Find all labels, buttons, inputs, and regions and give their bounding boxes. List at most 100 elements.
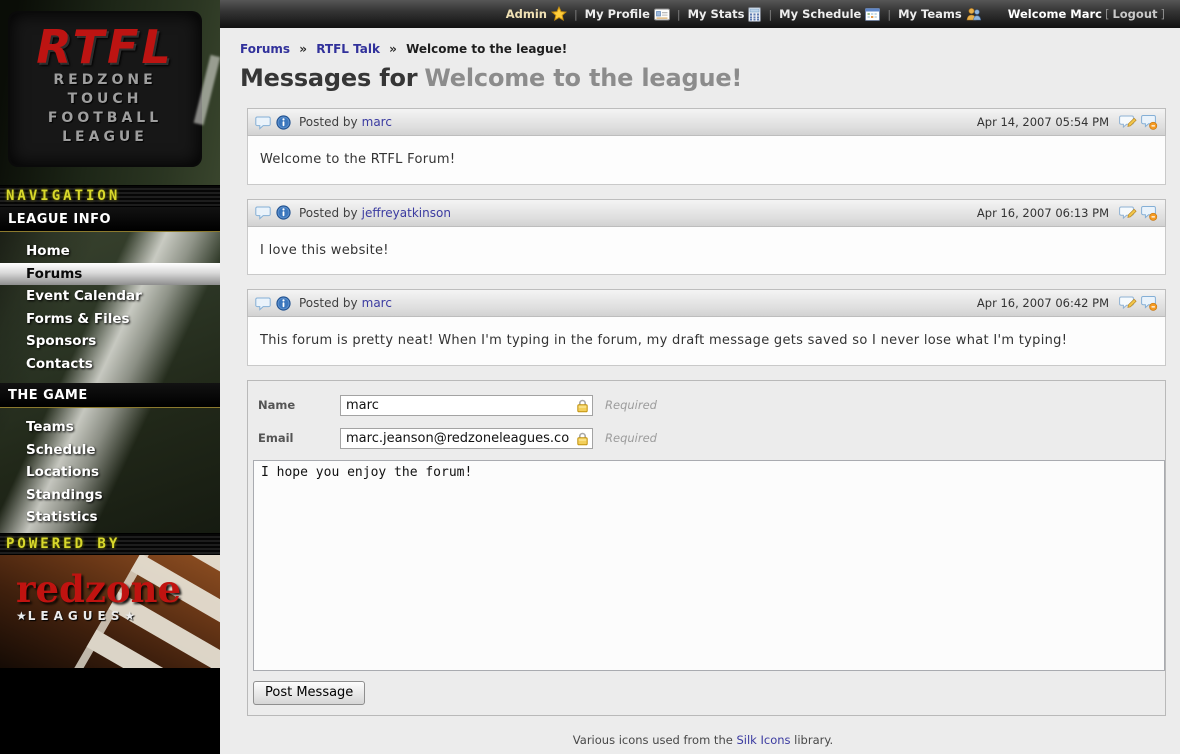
comment-edit-icon[interactable] [1119,205,1137,221]
league-logo-panel: RTFL REDZONE TOUCH FOOTBALL LEAGUE [0,0,220,185]
topbar-item-label: Admin [506,7,547,21]
sidebar-nav: LEAGUE INFO Home Forums Event Calendar F… [0,207,220,533]
footer-credits-icons: Various icons used from the Silk Icons l… [240,733,1166,747]
posted-by-label: Posted by [299,115,358,129]
message-date: Apr 14, 2007 05:54 PM [977,115,1109,129]
logo-line: FOOTBALL [10,109,200,128]
sidebar-item-standings[interactable]: Standings [0,484,220,507]
author-link[interactable]: jeffreyatkinson [362,206,451,220]
topbar-item-label: My Teams [898,7,962,21]
name-row: Name Required [258,394,1161,416]
comment-icon [255,205,271,220]
name-field[interactable] [340,395,593,416]
name-label: Name [258,398,340,412]
required-label: Required [605,431,657,445]
section-header-the-game: THE GAME [0,383,220,408]
topbar-item-admin[interactable]: Admin [506,6,567,22]
calculator-icon [748,7,761,22]
message-body: I love this website! [247,227,1166,276]
navigation-header-label: NAVIGATION [6,188,120,204]
sidebar-item-sponsors[interactable]: Sponsors [0,330,220,353]
logout-bracket: ] [1161,7,1166,21]
topbar-item-label: My Profile [585,7,650,21]
info-icon [276,115,291,130]
logout-link[interactable]: Logout [1112,7,1157,21]
breadcrumb-separator: » [389,42,397,56]
page-title: Messages forWelcome to the league! [240,64,1166,92]
sidebar-item-schedule[interactable]: Schedule [0,439,220,462]
comment-edit-icon[interactable] [1119,114,1137,130]
logo-line: TOUCH [10,90,200,109]
forum-message: Posted by marc Apr 14, 2007 05:54 PM Wel… [247,108,1166,185]
author-link[interactable]: marc [362,296,392,310]
breadcrumb-current: Welcome to the league! [406,42,567,56]
author-link[interactable]: marc [362,115,392,129]
topbar-item-my-teams[interactable]: My Teams [898,7,982,21]
message-date: Apr 16, 2007 06:13 PM [977,206,1109,220]
comment-edit-icon[interactable] [1119,295,1137,311]
breadcrumb: Forums » RTFL Talk » Welcome to the leag… [240,42,1166,56]
email-field[interactable] [340,428,593,449]
topbar-separator: | [887,8,891,21]
topbar-separator: | [574,8,578,21]
message-textarea[interactable]: I hope you enjoy the forum! [253,460,1165,671]
message-header: Posted by marc Apr 16, 2007 06:42 PM [247,289,1166,317]
sidebar-item-locations[interactable]: Locations [0,461,220,484]
topbar: Admin | My Profile | My Stats | My Sched… [220,0,1180,28]
sidebar: RTFL REDZONE TOUCH FOOTBALL LEAGUE NAVIG… [0,0,220,754]
silk-icons-link[interactable]: Silk Icons [736,733,790,747]
redzone-logo[interactable]: redzone ★LEAGUES★ [16,569,181,623]
info-icon [276,205,291,220]
message-body: This forum is pretty neat! When I'm typi… [247,317,1166,366]
vcard-icon [654,8,670,21]
topbar-item-label: My Stats [688,7,745,21]
comment-delete-icon[interactable] [1140,205,1158,221]
breadcrumb-link-forums[interactable]: Forums [240,42,290,56]
redzone-logo-name: redzone [16,569,181,609]
message-body: Welcome to the RTFL Forum! [247,136,1166,185]
message-date: Apr 16, 2007 06:42 PM [977,296,1109,310]
forum-message: Posted by marc Apr 16, 2007 06:42 PM Thi… [247,289,1166,366]
sidebar-item-home[interactable]: Home [0,240,220,263]
redzone-brand-panel: redzone ★LEAGUES★ [0,555,220,668]
sidebar-item-statistics[interactable]: Statistics [0,506,220,529]
topbar-separator: | [768,8,772,21]
info-icon [276,296,291,311]
league-logo[interactable]: RTFL REDZONE TOUCH FOOTBALL LEAGUE [10,13,200,165]
powered-by-header: POWERED BY [0,533,220,555]
page-footer: Various icons used from the Silk Icons l… [240,733,1166,754]
section-header-league-info: LEAGUE INFO [0,207,220,232]
section-title: THE GAME [8,388,88,403]
calendar-icon [865,7,880,21]
topbar-item-my-stats[interactable]: My Stats [688,7,762,22]
navigation-header: NAVIGATION [0,185,220,207]
section-title: LEAGUE INFO [8,212,111,227]
email-row: Email Required [258,427,1161,449]
post-message-button[interactable]: Post Message [253,681,365,705]
lock-icon [576,431,589,450]
comment-icon [255,296,271,311]
logo-line: LEAGUE [10,128,200,147]
comment-icon [255,115,271,130]
sidebar-item-forums[interactable]: Forums [0,263,220,286]
welcome-text: Welcome Marc [1008,7,1102,21]
star-icon [551,6,567,22]
sidebar-item-forms-files[interactable]: Forms & Files [0,308,220,331]
sidebar-item-teams[interactable]: Teams [0,416,220,439]
comment-delete-icon[interactable] [1140,295,1158,311]
sidebar-item-event-calendar[interactable]: Event Calendar [0,285,220,308]
sidebar-filler [0,668,220,754]
topbar-item-my-profile[interactable]: My Profile [585,7,670,21]
forum-message: Posted by jeffreyatkinson Apr 16, 2007 0… [247,199,1166,276]
redzone-logo-sub: ★LEAGUES★ [16,609,181,623]
message-header: Posted by marc Apr 14, 2007 05:54 PM [247,108,1166,136]
main-column: Admin | My Profile | My Stats | My Sched… [220,0,1180,754]
email-label: Email [258,431,340,445]
comment-delete-icon[interactable] [1140,114,1158,130]
topbar-item-my-schedule[interactable]: My Schedule [779,7,880,21]
breadcrumb-link-rtfl-talk[interactable]: RTFL Talk [316,42,380,56]
sidebar-item-contacts[interactable]: Contacts [0,353,220,376]
message-header: Posted by jeffreyatkinson Apr 16, 2007 0… [247,199,1166,227]
logo-acronym: RTFL [10,23,200,71]
page-title-topic: Welcome to the league! [424,64,742,92]
